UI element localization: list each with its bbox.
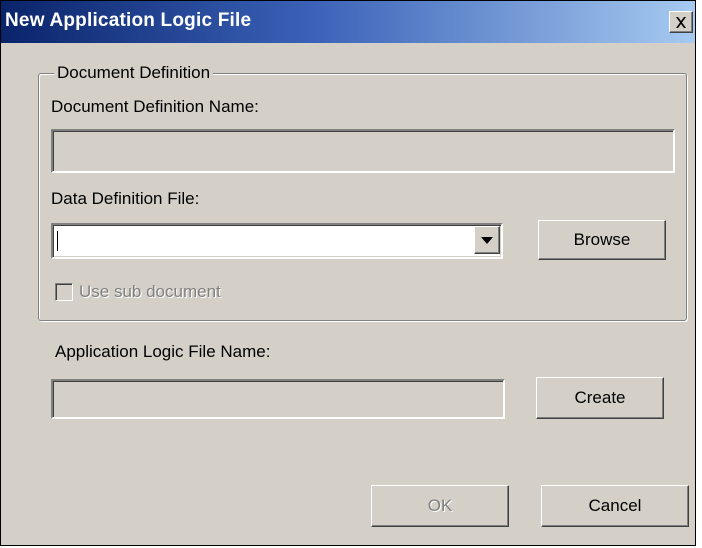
create-button-label: Create [574,388,626,407]
application-logic-file-name-label: Application Logic File Name: [55,342,271,361]
use-sub-document-checkbox[interactable] [55,283,73,301]
create-button[interactable]: Create [536,377,664,419]
application-logic-file-name-input[interactable] [53,381,503,417]
cancel-button[interactable]: Cancel [541,485,689,527]
document-definition-name-input[interactable] [53,131,673,171]
text-caret [57,231,58,251]
dropdown-button[interactable] [474,226,500,254]
cancel-button-label: Cancel [588,496,642,515]
ok-button[interactable]: OK [371,485,509,527]
chevron-down-icon [481,236,493,244]
use-sub-document-label: Use sub document [79,282,221,301]
document-definition-group-label: Document Definition [54,63,214,83]
document-definition-name-field[interactable] [51,129,675,173]
application-logic-file-name-field[interactable] [51,379,505,419]
title-bar[interactable]: New Application Logic File [1,1,695,43]
close-icon [676,16,686,28]
data-definition-file-label: Data Definition File: [51,189,200,208]
window-title: New Application Logic File [5,10,252,31]
close-button[interactable] [669,11,693,33]
document-definition-name-label: Document Definition Name: [51,97,259,116]
data-definition-file-combobox[interactable] [51,223,503,259]
ok-button-label: OK [427,496,453,515]
data-definition-file-input[interactable] [53,225,501,257]
new-application-logic-file-dialog: New Application Logic File Document Defi… [0,0,696,546]
browse-button-label: Browse [573,230,631,249]
browse-button[interactable]: Browse [538,220,666,260]
